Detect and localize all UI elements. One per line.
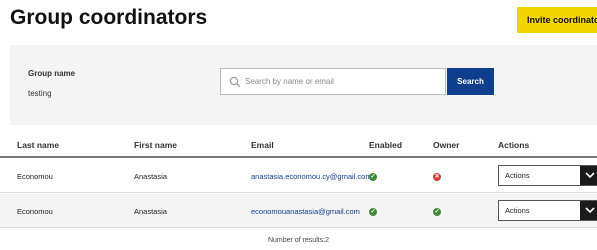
column-email[interactable]: Email [251, 140, 274, 150]
check-icon: ✓ [433, 208, 441, 216]
check-icon: ✓ [369, 208, 377, 216]
column-actions: Actions [498, 140, 530, 150]
actions-dropdown-label: Actions [505, 171, 530, 180]
table-header: Last name First name Email Enabled Owner… [0, 138, 597, 158]
first-name-cell: Anastasia [134, 172, 167, 181]
group-name-label: Group name [28, 69, 76, 78]
x-icon: ✕ [433, 173, 441, 181]
last-name-cell: Economou [17, 207, 53, 216]
filter-panel: Group name testing Search [10, 45, 597, 125]
actions-dropdown[interactable]: Actions [498, 200, 597, 221]
email-link[interactable]: anastasia.economou.cy@gmail.com [251, 172, 372, 181]
table-row: Economou Anastasia anastasia.economou.cy… [0, 159, 597, 193]
column-owner: Owner [433, 140, 460, 150]
chevron-down-icon[interactable] [580, 201, 597, 220]
actions-dropdown-label: Actions [505, 206, 530, 215]
first-name-cell: Anastasia [134, 207, 167, 216]
table-row: Economou Anastasia economouanastasia@gma… [0, 194, 597, 228]
column-enabled: Enabled [369, 140, 403, 150]
column-last-name[interactable]: Last name [17, 140, 59, 150]
email-link[interactable]: economouanastasia@gmail.com [251, 207, 360, 216]
check-icon: ✓ [369, 173, 377, 181]
page-title: Group coordinators [10, 6, 208, 29]
actions-dropdown[interactable]: Actions [498, 165, 597, 186]
results-count: Number of results:2 [267, 237, 330, 244]
search-button[interactable]: Search [447, 68, 494, 95]
search-box [220, 68, 446, 95]
last-name-cell: Economou [17, 172, 53, 181]
chevron-down-icon[interactable] [580, 166, 597, 185]
column-first-name[interactable]: First name [134, 140, 177, 150]
search-input[interactable] [245, 72, 440, 91]
group-name-value: testing [28, 89, 52, 98]
search-icon [229, 76, 241, 88]
invite-coordinator-button[interactable]: Invite coordinator [517, 7, 597, 33]
